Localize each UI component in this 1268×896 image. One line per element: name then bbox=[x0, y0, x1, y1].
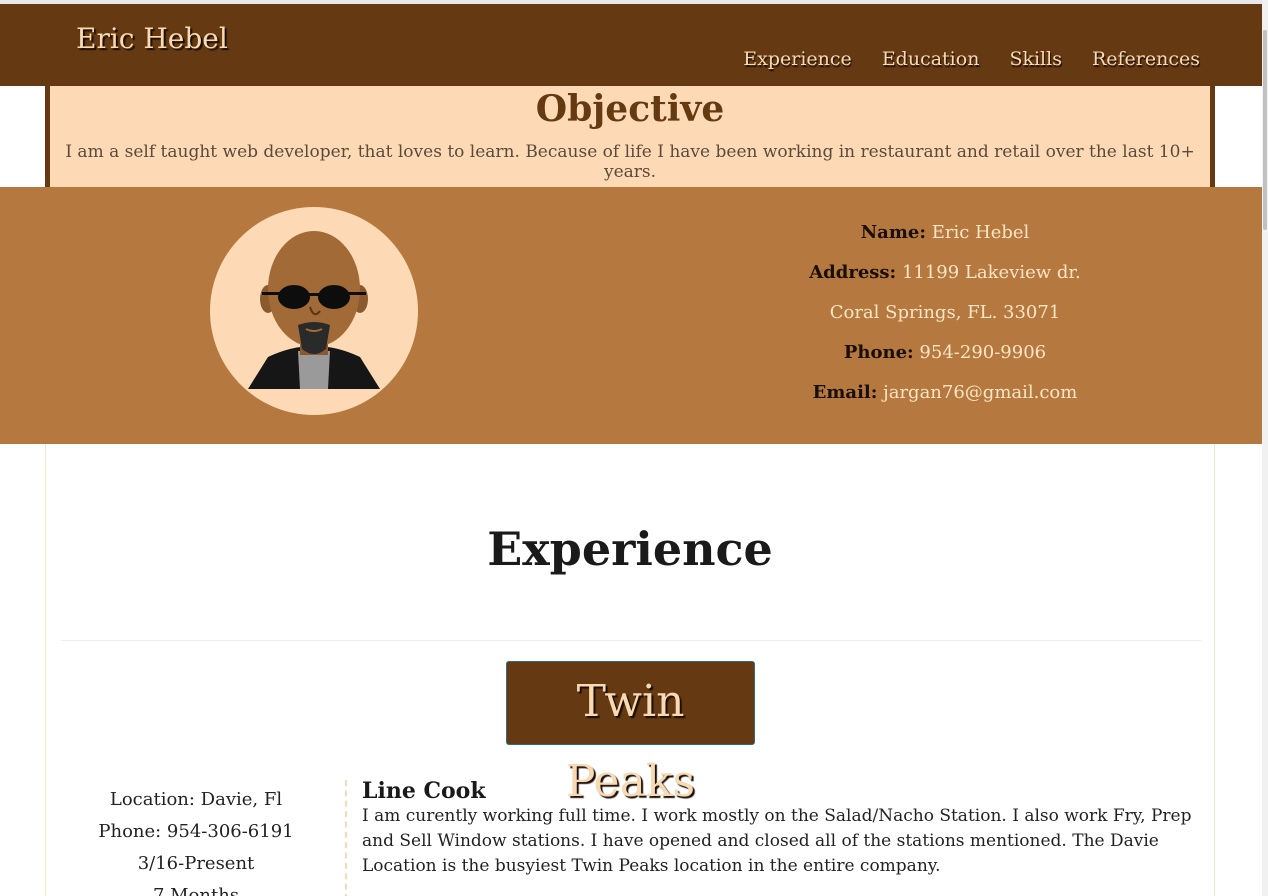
nav-link-education[interactable]: Education bbox=[882, 48, 980, 70]
scrollbar[interactable] bbox=[1262, 0, 1268, 896]
job-location: Location: Davie, Fl bbox=[109, 789, 283, 810]
job-description: I am curently working full time. I work … bbox=[362, 806, 1192, 876]
job-details: Location: Davie, Fl Phone: 954-306-6191 … bbox=[46, 784, 346, 896]
avatar bbox=[210, 207, 418, 415]
experience-section: Experience Twin Peaks Location: Davie, F… bbox=[45, 444, 1215, 896]
navbar: Eric Hebel Experience Education Skills R… bbox=[0, 4, 1262, 86]
job-dates: 3/16-Present bbox=[137, 853, 255, 874]
brand-name[interactable]: Eric Hebel bbox=[76, 22, 228, 55]
email-label: Email: bbox=[812, 382, 878, 403]
name-value: Eric Hebel bbox=[931, 222, 1030, 243]
nav-link-references[interactable]: References bbox=[1092, 48, 1200, 70]
job-description-block: Line Cook I am curently working full tim… bbox=[362, 778, 1192, 879]
contact-section: Name: Eric Hebel Address: 11199 Lakeview… bbox=[0, 187, 1262, 444]
phone-label: Phone: bbox=[843, 342, 914, 363]
contact-phone-row: Phone: 954-290-9906 bbox=[780, 333, 1110, 373]
objective-text: I am a self taught web developer, that l… bbox=[65, 142, 1195, 182]
nav-link-experience[interactable]: Experience bbox=[743, 48, 852, 70]
contact-address-row: Address: 11199 Lakeview dr. bbox=[780, 253, 1110, 293]
section-divider bbox=[61, 640, 1201, 641]
job-title: Line Cook bbox=[362, 778, 486, 804]
contact-name-row: Name: Eric Hebel bbox=[780, 213, 1110, 253]
job-divider bbox=[345, 780, 347, 896]
experience-title: Experience bbox=[487, 522, 773, 576]
contact-email-row: Email: jargan76@gmail.com bbox=[780, 373, 1110, 413]
address-line2: Coral Springs, FL. 33071 bbox=[829, 302, 1061, 323]
job-phone: Phone: 954-306-6191 bbox=[98, 821, 294, 842]
contact-address-row-2: Coral Springs, FL. 33071 bbox=[780, 293, 1110, 333]
email-value[interactable]: jargan76@gmail.com bbox=[883, 382, 1077, 403]
objective-section: Objective I am a self taught web develop… bbox=[45, 86, 1215, 187]
contact-info: Name: Eric Hebel Address: 11199 Lakeview… bbox=[780, 213, 1110, 413]
scrollbar-thumb[interactable] bbox=[1263, 30, 1267, 230]
address-line1: 11199 Lakeview dr. bbox=[901, 262, 1081, 283]
nav-links: Experience Education Skills References bbox=[743, 48, 1200, 70]
job-duration: 7 Months bbox=[152, 885, 240, 896]
name-label: Name: bbox=[860, 222, 926, 243]
company-badge: Twin Peaks bbox=[506, 661, 755, 807]
nav-link-skills[interactable]: Skills bbox=[1009, 48, 1062, 70]
avatar-illustration bbox=[248, 231, 380, 389]
phone-value: 954-290-9906 bbox=[919, 342, 1047, 363]
objective-title: Objective bbox=[535, 88, 725, 130]
address-label: Address: bbox=[809, 262, 897, 283]
